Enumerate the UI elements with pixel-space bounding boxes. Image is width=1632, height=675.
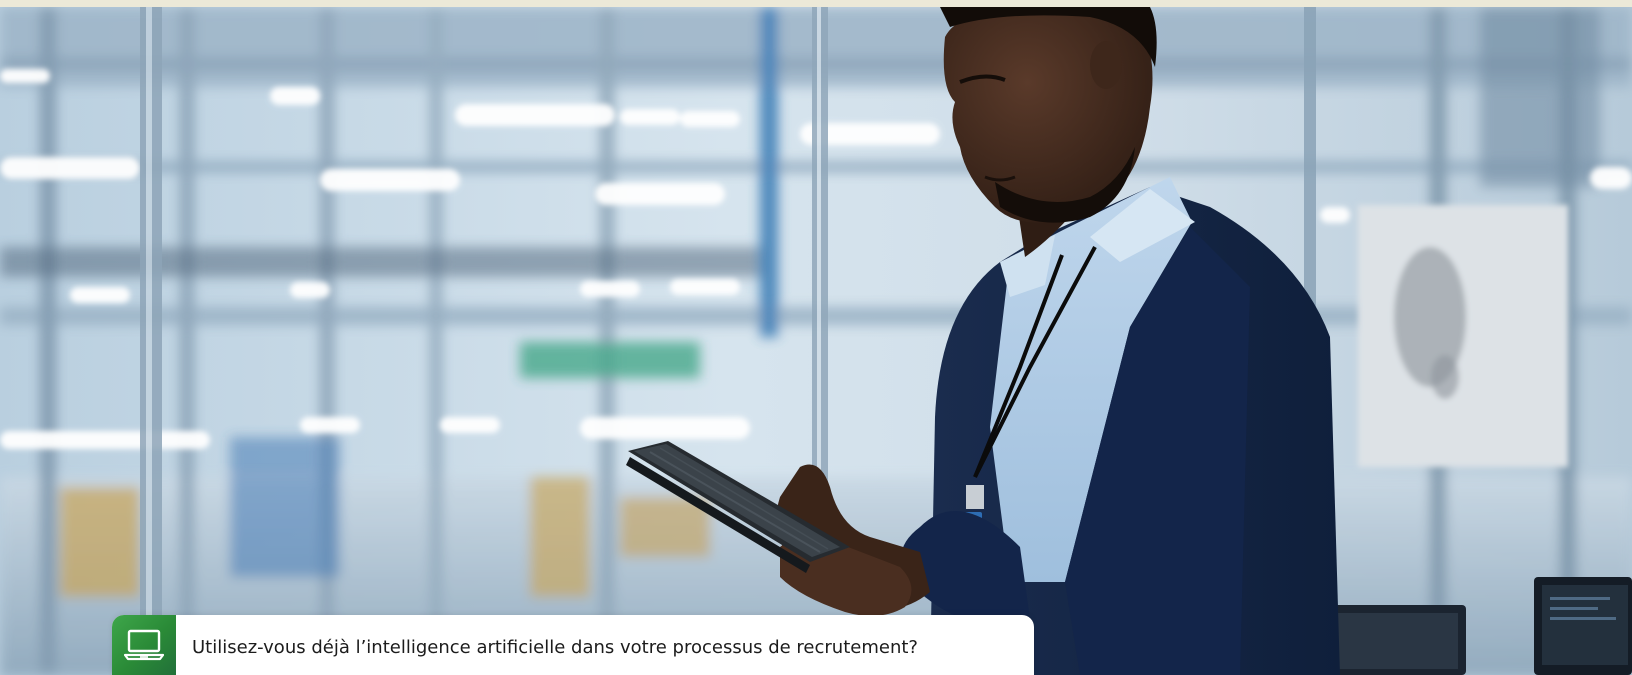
question-card[interactable]: Utilisez-vous déjà l’intelligence artifi… — [112, 615, 1034, 675]
laptop-icon — [124, 629, 164, 661]
question-text: Utilisez-vous déjà l’intelligence artifi… — [192, 637, 918, 658]
hero-image — [0, 7, 1632, 675]
hero-illustration — [0, 7, 1632, 675]
top-strip — [0, 0, 1632, 7]
question-icon-box — [112, 615, 176, 675]
